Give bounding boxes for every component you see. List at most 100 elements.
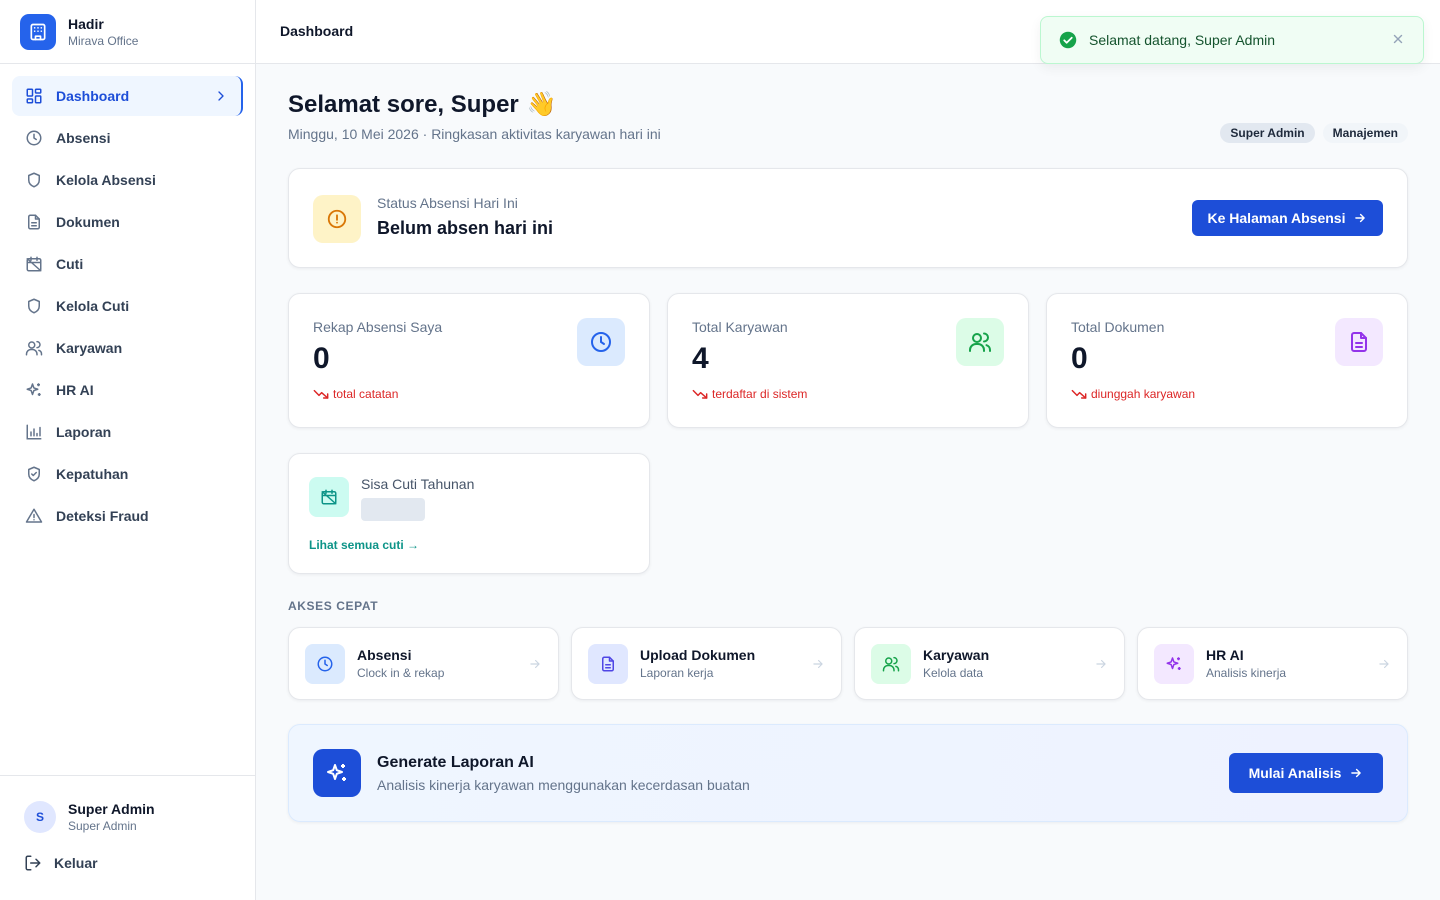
user-name: Super Admin	[68, 801, 155, 817]
quick-access-upload-dokumen[interactable]: Upload Dokumen Laporan kerja	[571, 627, 842, 700]
arrow-right-icon	[811, 657, 825, 671]
users-icon	[24, 338, 44, 358]
stat-value: 0	[1071, 342, 1088, 375]
chevron-right-icon	[213, 88, 229, 104]
role-badge: Super Admin	[1220, 123, 1315, 143]
role-badge: Manajemen	[1322, 123, 1408, 143]
loading-skeleton	[361, 498, 425, 521]
sidebar-item-absensi[interactable]: Absensi	[12, 118, 243, 158]
sidebar-item-label: Deteksi Fraud	[56, 508, 149, 524]
users-icon	[956, 318, 1004, 366]
sidebar-item-dokumen[interactable]: Dokumen	[12, 202, 243, 242]
sidebar-item-dashboard[interactable]: Dashboard	[12, 76, 243, 116]
toast-message: Selamat datang, Super Admin	[1089, 32, 1276, 48]
button-label: Ke Halaman Absensi	[1207, 210, 1346, 226]
quick-access-title: Upload Dokumen	[640, 647, 756, 663]
close-icon[interactable]	[1391, 32, 1405, 46]
calendar-off-icon	[24, 254, 44, 274]
arrow-right-icon	[1377, 657, 1391, 671]
view-all-leave-link[interactable]: Lihat semua cuti →	[309, 538, 419, 552]
sidebar-item-karyawan[interactable]: Karyawan	[12, 328, 243, 368]
toast-notification: Selamat datang, Super Admin	[1040, 16, 1424, 64]
stat-label: Total Dokumen	[1071, 319, 1165, 335]
leave-label: Sisa Cuti Tahunan	[361, 476, 475, 492]
sidebar-item-label: Laporan	[56, 424, 112, 440]
go-to-attendance-button[interactable]: Ke Halaman Absensi	[1192, 200, 1383, 236]
attendance-status-card: Status Absensi Hari Ini Belum absen hari…	[288, 168, 1408, 268]
ai-report-card: Generate Laporan AI Analisis kinerja kar…	[288, 724, 1408, 822]
greeting-text: Selamat sore, Super	[288, 90, 519, 118]
sidebar-item-label: Dokumen	[56, 214, 120, 230]
sidebar-item-kelola-cuti[interactable]: Kelola Cuti	[12, 286, 243, 326]
brand-subtitle: Mirava Office	[68, 33, 139, 48]
stat-trend: diunggah karyawan	[1071, 387, 1195, 401]
sidebar-item-kepatuhan[interactable]: Kepatuhan	[12, 454, 243, 494]
sidebar-item-label: Dashboard	[56, 88, 130, 104]
brand[interactable]: Hadir Mirava Office	[0, 0, 255, 64]
stat-card-attendance-recap: Rekap Absensi Saya 0 total catatan	[288, 293, 650, 428]
quick-access-subtitle: Kelola data	[923, 666, 984, 680]
logout-icon	[24, 854, 42, 872]
dashboard-grid-icon	[24, 86, 44, 106]
sidebar-footer: S Super Admin Super Admin Keluar	[0, 775, 255, 900]
sparkles-icon	[24, 380, 44, 400]
stat-trend: terdaftar di sistem	[692, 387, 807, 401]
sidebar-item-label: HR AI	[56, 382, 94, 398]
quick-access-absensi[interactable]: Absensi Clock in & rekap	[288, 627, 559, 700]
quick-access-title: Absensi	[357, 647, 412, 663]
sidebar-item-deteksi-fraud[interactable]: Deteksi Fraud	[12, 496, 243, 536]
stat-trend-text: total catatan	[333, 387, 399, 401]
sidebar-item-kelola-absensi[interactable]: Kelola Absensi	[12, 160, 243, 200]
quick-access-subtitle: Analisis kinerja	[1206, 666, 1287, 680]
sidebar-nav: Dashboard Absensi Kelola Absensi Dokumen	[0, 64, 255, 536]
quick-access-subtitle: Clock in & rekap	[357, 666, 445, 680]
trending-down-icon	[313, 388, 329, 400]
trending-down-icon	[692, 388, 708, 400]
stat-label: Rekap Absensi Saya	[313, 319, 443, 335]
role-badges: Super Admin Manajemen	[1212, 123, 1408, 143]
arrow-right-icon	[1094, 657, 1108, 671]
quick-access-karyawan[interactable]: Karyawan Kelola data	[854, 627, 1125, 700]
clock-icon	[577, 318, 625, 366]
status-label: Status Absensi Hari Ini	[377, 195, 518, 211]
user-role: Super Admin	[68, 819, 137, 833]
calendar-off-icon	[309, 477, 349, 517]
stat-value: 0	[313, 342, 330, 375]
quick-access-title: HR AI	[1206, 647, 1244, 663]
sparkles-icon	[313, 749, 361, 797]
alert-circle-icon	[313, 195, 361, 243]
brand-name: Hadir	[68, 15, 104, 32]
shield-check-icon	[24, 464, 44, 484]
quick-access-subtitle: Laporan kerja	[640, 666, 714, 680]
quick-access-hr-ai[interactable]: HR AI Analisis kinerja	[1137, 627, 1408, 700]
logout-button[interactable]: Keluar	[0, 834, 255, 872]
sidebar-item-laporan[interactable]: Laporan	[12, 412, 243, 452]
check-circle-icon	[1059, 31, 1077, 49]
users-icon	[871, 644, 911, 684]
stat-trend-text: terdaftar di sistem	[712, 387, 808, 401]
sparkles-icon	[1154, 644, 1194, 684]
avatar: S	[24, 801, 56, 833]
user-profile[interactable]: S Super Admin Super Admin	[0, 776, 255, 834]
ai-report-subtitle: Analisis kinerja karyawan menggunakan ke…	[377, 777, 750, 793]
building-icon	[20, 13, 56, 50]
stat-card-total-documents: Total Dokumen 0 diunggah karyawan	[1046, 293, 1408, 428]
start-analysis-button[interactable]: Mulai Analisis	[1229, 753, 1383, 793]
status-value: Belum absen hari ini	[377, 218, 554, 238]
arrow-right-icon	[528, 657, 542, 671]
arrow-right-icon	[1353, 211, 1367, 225]
greeting-title: Selamat sore, Super 👋	[288, 90, 557, 119]
sidebar-item-hr-ai[interactable]: HR AI	[12, 370, 243, 410]
sidebar-item-label: Kelola Absensi	[56, 172, 156, 188]
quick-access-title: AKSES CEPAT	[288, 599, 379, 613]
document-icon	[588, 644, 628, 684]
stat-trend-text: diunggah karyawan	[1091, 387, 1196, 401]
sidebar-item-cuti[interactable]: Cuti	[12, 244, 243, 284]
ai-report-title: Generate Laporan AI	[377, 754, 534, 771]
sidebar-item-label: Karyawan	[56, 340, 123, 356]
logout-label: Keluar	[54, 855, 98, 871]
document-icon	[1335, 318, 1383, 366]
bar-chart-icon	[24, 422, 44, 442]
arrow-right-icon	[1349, 766, 1363, 780]
alert-triangle-icon	[24, 506, 44, 526]
